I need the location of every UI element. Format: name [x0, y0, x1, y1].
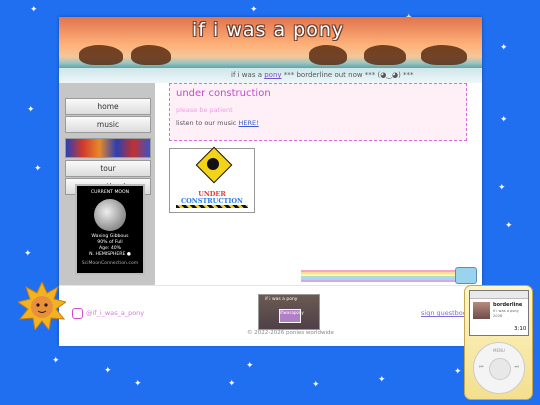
ticker-suffix: *** borderline out now *** (◕‿◕) *** — [281, 71, 414, 79]
rainbow-trail — [301, 270, 466, 282]
star-decoration: ✦ — [378, 375, 386, 385]
footer-image-chip: ifiwasapony — [279, 309, 304, 323]
nav-tour-button[interactable]: tour — [65, 160, 151, 177]
click-wheel[interactable]: MENU ⏮ ⏭ — [473, 342, 525, 394]
star-decoration: ✦ — [27, 105, 35, 115]
ticker-prefix: if i was a — [231, 71, 265, 79]
moon-icon — [94, 199, 126, 231]
ipod-status-bar — [470, 291, 528, 299]
star-decoration: ✦ — [30, 5, 38, 15]
moon-phase-widget[interactable]: CURRENT MOON Waxing Gibbous 90% of Full … — [75, 184, 145, 275]
sun-cat-icon — [18, 282, 66, 330]
footer-image-label: if i was a pony — [265, 297, 298, 302]
under-construction-title: under construction — [176, 88, 271, 99]
website-frame: if i was a pony if i was a pony *** bord… — [59, 17, 482, 346]
star-decoration: ✦ — [228, 379, 236, 389]
star-decoration: ✦ — [34, 164, 42, 174]
star-decoration: ✦ — [104, 366, 112, 376]
star-decoration: ✦ — [498, 183, 506, 193]
nav-music-button[interactable]: music — [65, 116, 151, 133]
hazard-stripe — [176, 205, 248, 208]
news-ticker: if i was a pony *** borderline out now *… — [59, 68, 482, 83]
star-decoration: ✦ — [52, 356, 60, 366]
song-artist: if i was a pony 2026 — [493, 309, 519, 318]
horse-image — [309, 45, 347, 65]
moon-hemisphere: N. HEMISPHERE ● — [89, 252, 131, 257]
horse-image — [131, 45, 171, 65]
star-decoration: ✦ — [505, 221, 513, 231]
star-decoration: ✦ — [454, 367, 462, 377]
under-construction-box: under construction please be patient lis… — [169, 83, 467, 141]
nav-home-button[interactable]: home — [65, 98, 151, 115]
construction-sign-text: UNDER CONSTRUCTION — [170, 191, 254, 205]
ticker-pony-link[interactable]: pony — [264, 71, 281, 79]
dancers-gif — [65, 138, 151, 158]
star-decoration: ✦ — [246, 361, 254, 371]
horse-image — [79, 45, 123, 65]
star-decoration: ✦ — [500, 115, 508, 125]
main-content: under construction please be patient lis… — [155, 83, 482, 285]
star-decoration: ✦ — [134, 379, 142, 389]
ticker-text: if i was a pony *** borderline out now *… — [231, 68, 414, 83]
horse-image — [421, 45, 467, 65]
star-decoration: ✦ — [500, 43, 508, 53]
patience-note: please be patient — [176, 106, 233, 114]
instagram-handle-link[interactable]: @if_i_was_a_pony — [86, 309, 144, 317]
under-construction-sign: UNDER CONSTRUCTION — [169, 146, 255, 213]
digger-icon — [207, 158, 219, 170]
star-decoration: ✦ — [312, 380, 320, 390]
previous-track-icon[interactable]: ⏮ — [479, 364, 484, 370]
release-year: 2026 — [493, 313, 503, 318]
album-art — [473, 302, 490, 319]
star-decoration: ✦ — [24, 249, 32, 259]
song-time: 3:10 — [514, 326, 527, 332]
footer: @if_i_was_a_pony if i was a pony ifiwasa… — [59, 285, 482, 346]
music-line: listen to our music HERE! — [176, 119, 259, 127]
footer-band-image: if i was a pony ifiwasapony — [258, 294, 320, 330]
moon-heading: CURRENT MOON — [90, 190, 130, 195]
next-track-icon[interactable]: ⏭ — [514, 364, 519, 370]
menu-button[interactable]: MENU — [474, 348, 524, 353]
center-button[interactable] — [489, 358, 511, 380]
site-title: if i was a pony — [192, 19, 345, 41]
ipod-screen: borderline if i was a pony 2026 3:10 — [469, 290, 529, 336]
music-text: listen to our music — [176, 119, 239, 127]
sign-line-2: CONSTRUCTION — [180, 197, 244, 205]
moon-credit: SciMoonConnection.com — [81, 261, 139, 266]
copyright-text: © 2022-2026 ponies worldwide — [247, 330, 334, 336]
song-title: borderline — [493, 302, 523, 308]
star-decoration: ✦ — [250, 5, 258, 15]
music-here-link[interactable]: HERE! — [238, 119, 258, 127]
horse-image — [364, 45, 406, 65]
artist-name: if i was a pony — [493, 309, 519, 313]
nyan-cat-icon — [455, 267, 477, 284]
header-banner: if i was a pony — [59, 17, 482, 68]
ipod-music-player[interactable]: borderline if i was a pony 2026 3:10 MEN… — [464, 285, 533, 400]
sidebar: home music tour guestbook CURRENT MOON W… — [59, 83, 155, 285]
instagram-icon[interactable] — [72, 308, 83, 319]
